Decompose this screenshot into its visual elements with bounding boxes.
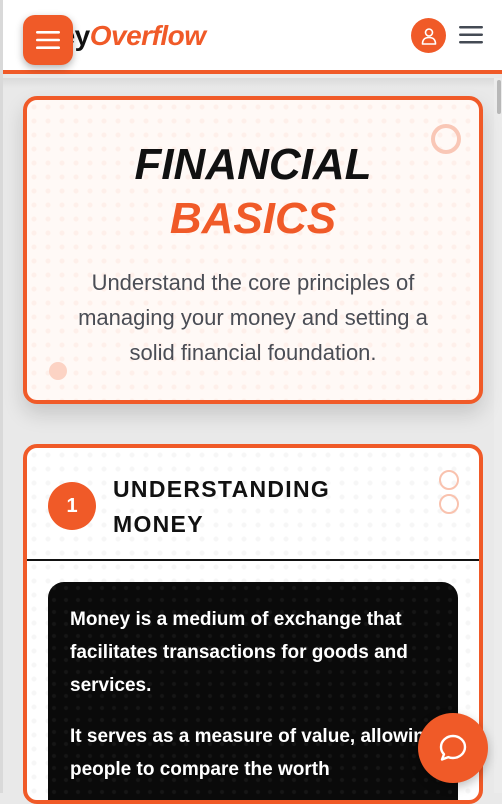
hero-description: Understand the core principles of managi… (78, 270, 428, 365)
section-card: 1 UNDERSTANDING MONEY Money is a medium … (23, 444, 483, 804)
menu-toggle-button[interactable] (23, 15, 73, 65)
section-number-badge: 1 (48, 482, 96, 530)
hamburger-icon (459, 26, 483, 44)
brand-text-accent: Overflow (89, 20, 206, 51)
hero-title-line1: FINANCIAL (134, 140, 372, 189)
decorative-dot (49, 362, 67, 380)
section-content-box: Money is a medium of exchange that facil… (48, 582, 458, 800)
header-shadow (3, 78, 502, 88)
section-title: UNDERSTANDING MONEY (113, 476, 331, 537)
content-paragraph: Money is a medium of exchange that facil… (70, 609, 408, 696)
hero-card: FINANCIAL BASICS Understand the core pri… (23, 96, 483, 404)
top-header: neyOverflow (3, 0, 502, 74)
decorative-ring (439, 494, 459, 514)
profile-button[interactable] (411, 18, 446, 53)
content-paragraph: It serves as a measure of value, allowin… (70, 726, 437, 780)
decorative-ring (439, 470, 459, 490)
nav-menu-button[interactable] (459, 24, 483, 46)
user-icon (421, 27, 436, 45)
scrollbar-track[interactable] (494, 78, 502, 793)
chat-bubble-icon (439, 734, 467, 761)
hamburger-icon (36, 31, 60, 49)
hero-title-line2: BASICS (169, 194, 337, 243)
chat-button[interactable] (418, 713, 488, 783)
scrollbar-thumb[interactable] (497, 80, 501, 114)
section-divider (27, 559, 479, 561)
page-left-edge (0, 0, 3, 793)
